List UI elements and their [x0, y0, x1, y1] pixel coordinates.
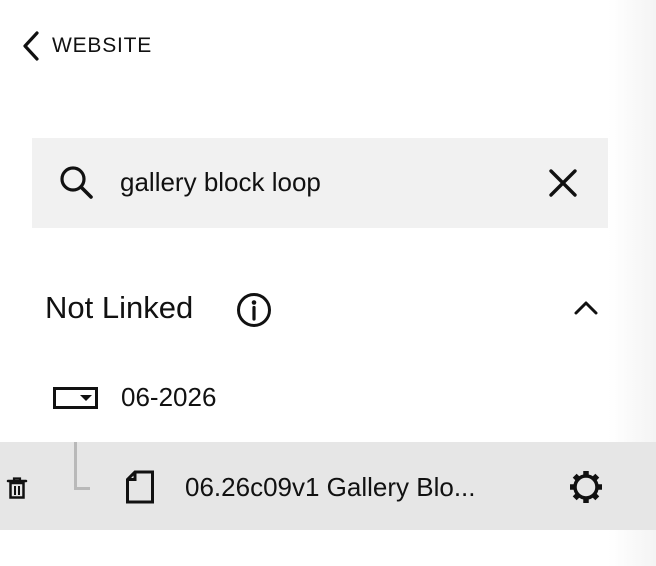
- page-icon: [125, 470, 155, 509]
- close-icon[interactable]: [548, 168, 578, 203]
- search-input[interactable]: [120, 162, 520, 202]
- section-title: Not Linked: [45, 290, 194, 325]
- chevron-up-icon[interactable]: [572, 298, 600, 323]
- folder-item[interactable]: 06-2026: [0, 374, 656, 422]
- folder-label: 06-2026: [121, 382, 217, 412]
- info-icon[interactable]: [236, 292, 272, 333]
- tree-connector: [74, 442, 90, 490]
- chevron-left-icon: [20, 30, 42, 62]
- gear-icon[interactable]: [567, 468, 605, 511]
- trash-icon[interactable]: [6, 476, 28, 505]
- folder-dropdown-icon: [53, 387, 99, 414]
- back-label: WEBSITE: [52, 34, 153, 57]
- back-button[interactable]: WEBSITE: [20, 30, 152, 62]
- search-icon: [58, 164, 94, 205]
- page-label: 06.26c09v1 Gallery Blo...: [185, 472, 476, 502]
- page-item[interactable]: 06.26c09v1 Gallery Blo...: [0, 442, 656, 530]
